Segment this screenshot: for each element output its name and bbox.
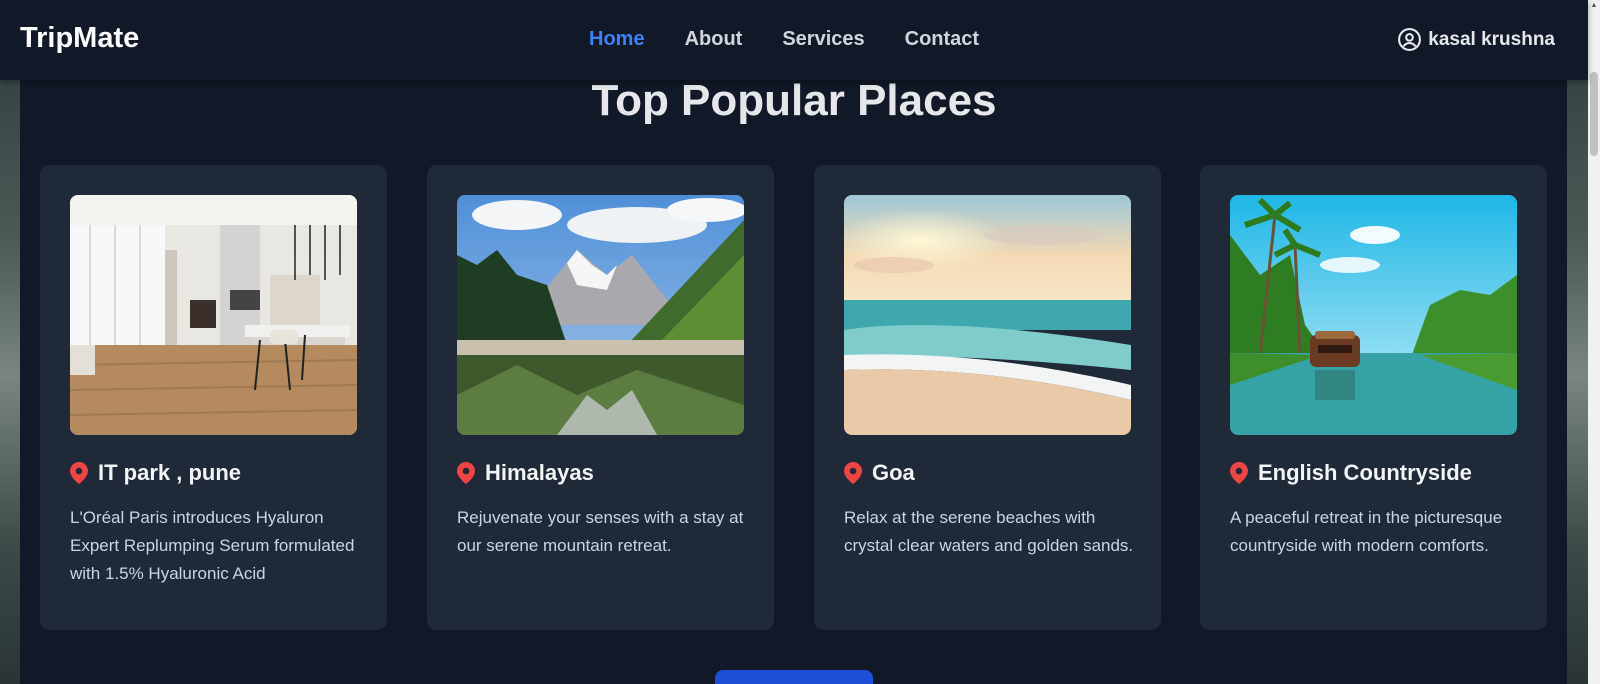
card-description: Relax at the serene beaches with crystal… (844, 508, 1134, 555)
brand-logo[interactable]: TripMate (20, 22, 139, 55)
card-title: English Countryside (1258, 460, 1472, 485)
explore-more-button[interactable] (715, 670, 873, 684)
scroll-up-arrow-icon[interactable]: ▲ (1588, 0, 1600, 12)
place-card-english-countryside[interactable]: English Countryside A peaceful retreat i… (1200, 165, 1547, 630)
location-pin-icon (70, 462, 88, 484)
card-description: L'Oréal Paris introduces Hyaluron Expert… (70, 508, 355, 583)
place-image-mountain (457, 195, 744, 435)
nav-link-home[interactable]: Home (589, 28, 645, 51)
card-title: Goa (872, 460, 915, 485)
place-image-interior (70, 195, 357, 435)
nav-links: Home About Services Contact (589, 28, 979, 51)
card-title: Himalayas (485, 460, 594, 485)
place-card-it-park[interactable]: IT park , pune L'Oréal Paris introduces … (40, 165, 387, 630)
scrollbar-thumb[interactable] (1590, 72, 1598, 156)
user-menu[interactable]: kasal krushna (1397, 27, 1555, 52)
location-pin-icon (457, 462, 475, 484)
place-image-river (1230, 195, 1517, 435)
user-circle-icon (1397, 27, 1422, 52)
card-description: A peaceful retreat in the picturesque co… (1230, 508, 1503, 555)
card-title-row: IT park , pune (70, 460, 241, 486)
place-image-beach (844, 195, 1131, 435)
nav-link-about[interactable]: About (685, 28, 743, 51)
user-name: kasal krushna (1428, 28, 1555, 50)
section-title: Top Popular Places (591, 76, 997, 125)
card-title-row: English Countryside (1230, 460, 1472, 486)
page-scrollbar[interactable]: ▲ (1588, 0, 1600, 684)
nav-link-services[interactable]: Services (782, 28, 864, 51)
place-card-himalayas[interactable]: Himalayas Rejuvenate your senses with a … (427, 165, 774, 630)
card-description: Rejuvenate your senses with a stay at ou… (457, 508, 744, 555)
nav-link-contact[interactable]: Contact (905, 28, 979, 51)
location-pin-icon (844, 462, 862, 484)
card-title-row: Himalayas (457, 460, 594, 486)
navbar: TripMate Home About Services Contact kas… (0, 0, 1588, 80)
card-title: IT park , pune (98, 460, 242, 485)
place-card-goa[interactable]: Goa Relax at the serene beaches with cry… (814, 165, 1161, 630)
card-title-row: Goa (844, 460, 915, 486)
location-pin-icon (1230, 462, 1248, 484)
